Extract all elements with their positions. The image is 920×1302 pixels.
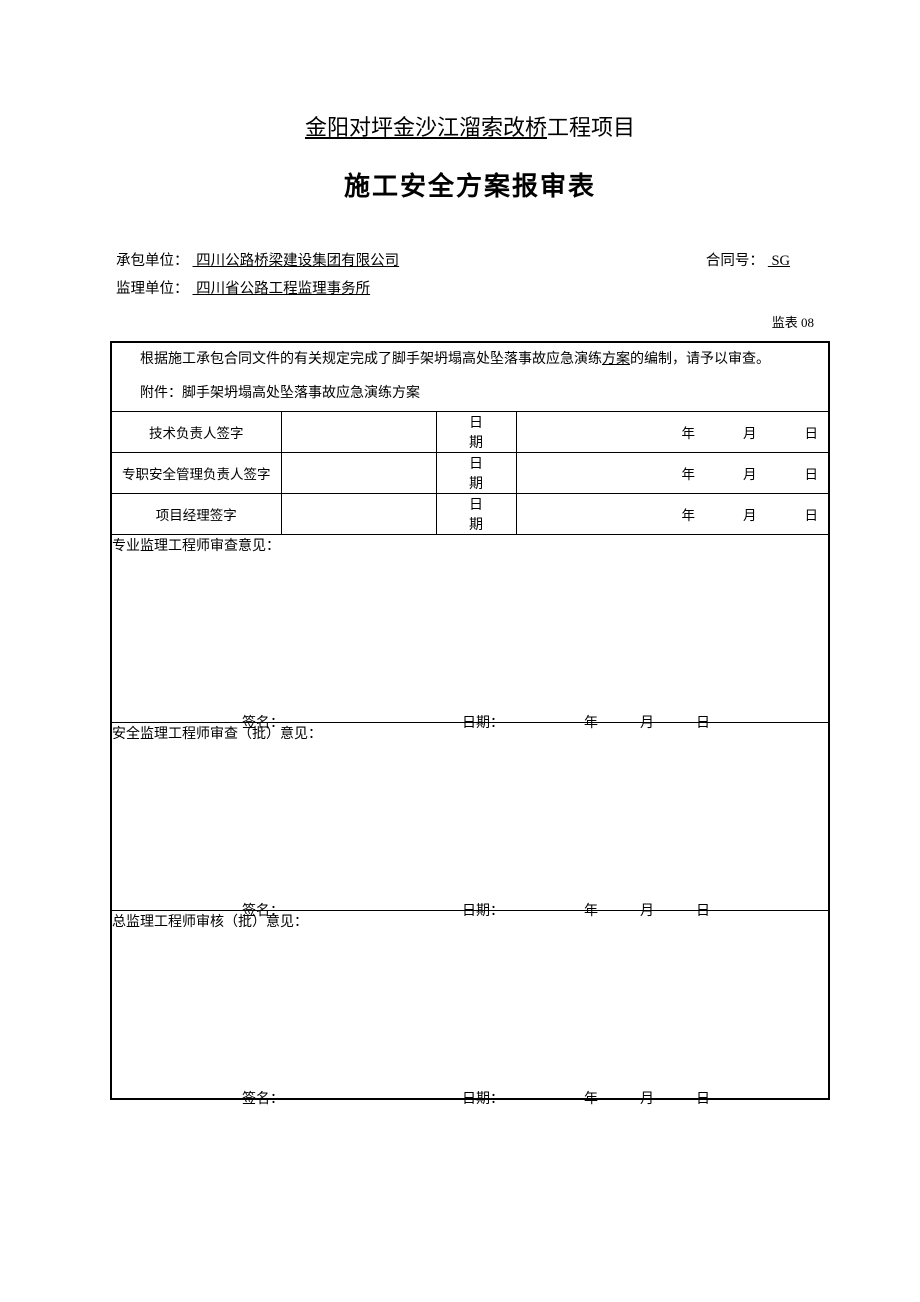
review-row-2: 安全监理工程师审查（批）意见： 签名： 日期： 年月日 bbox=[111, 723, 829, 911]
supervisor-value: 四川省公路工程监理事务所 bbox=[189, 281, 375, 297]
project-title-underlined: 金阳对坪金沙江溜索改桥 bbox=[305, 115, 547, 140]
attachment-label: 附件： bbox=[140, 386, 182, 401]
supervisor-field: 监理单位： 四川省公路工程监理事务所 bbox=[116, 275, 374, 303]
intro-underlined: 方案 bbox=[602, 352, 630, 367]
sign-date-label-safety: 日 期 bbox=[436, 453, 516, 494]
day-unit: 日 bbox=[805, 422, 819, 442]
intro-row: 根据施工承包合同文件的有关规定完成了脚手架坍塌高处坠落事故应急演练方案的编制，请… bbox=[111, 342, 829, 412]
meta-row-1: 承包单位： 四川公路桥梁建设集团有限公司 合同号： SG bbox=[116, 247, 824, 275]
contractor-label: 承包单位： bbox=[116, 253, 189, 269]
review-header-3: 总监理工程师审核（批）意见： bbox=[112, 911, 828, 931]
supervisor-label: 监理单位： bbox=[116, 281, 189, 297]
sign-space-safety[interactable] bbox=[281, 453, 436, 494]
month-unit: 月 bbox=[743, 422, 757, 442]
contract-no-field: 合同号： SG bbox=[706, 247, 824, 275]
month-unit: 月 bbox=[743, 463, 757, 483]
review-cell-safety-engineer: 安全监理工程师审查（批）意见： 签名： 日期： 年月日 bbox=[111, 723, 829, 911]
review-date-value-3[interactable]: 年月日 bbox=[542, 1088, 710, 1108]
intro-cell: 根据施工承包合同文件的有关规定完成了脚手架坍塌高处坠落事故应急演练方案的编制，请… bbox=[111, 342, 829, 412]
year-unit: 年 bbox=[682, 504, 696, 524]
project-title-suffix: 工程项目 bbox=[547, 115, 635, 140]
form-code: 监表 08 bbox=[116, 309, 824, 337]
year-unit: 年 bbox=[584, 1092, 598, 1107]
form-title: 施工安全方案报审表 bbox=[110, 166, 830, 203]
review-row-3: 总监理工程师审核（批）意见： 签名： 日期： 年月日 bbox=[111, 911, 829, 1099]
meta-block: 承包单位： 四川公路桥梁建设集团有限公司 合同号： SG 监理单位： 四川省公路… bbox=[110, 247, 830, 337]
attachment-line: 附件：脚手架坍塌高处坠落事故应急演练方案 bbox=[112, 377, 828, 411]
intro-prefix: 根据施工承包合同文件的有关规定完成了脚手架坍塌高处坠落事故应急演练 bbox=[140, 352, 602, 367]
day-unit: 日 bbox=[696, 1092, 710, 1107]
sign-label-pm: 项目经理签字 bbox=[111, 494, 281, 535]
sign-row-pm: 项目经理签字 日 期 年 月 日 bbox=[111, 494, 829, 535]
sign-row-tech: 技术负责人签字 日 期 年 月 日 bbox=[111, 412, 829, 453]
year-unit: 年 bbox=[682, 422, 696, 442]
review-header-2: 安全监理工程师审查（批）意见： bbox=[112, 723, 828, 743]
contract-no-label: 合同号： bbox=[706, 253, 764, 269]
sign-date-label-tech: 日 期 bbox=[436, 412, 516, 453]
contractor-field: 承包单位： 四川公路桥梁建设集团有限公司 bbox=[116, 247, 403, 275]
intro-text: 根据施工承包合同文件的有关规定完成了脚手架坍塌高处坠落事故应急演练方案的编制，请… bbox=[112, 343, 828, 377]
day-unit: 日 bbox=[805, 504, 819, 524]
sign-space-pm[interactable] bbox=[281, 494, 436, 535]
sign-date-label-pm: 日 期 bbox=[436, 494, 516, 535]
sign-label-safety: 专职安全管理负责人签字 bbox=[111, 453, 281, 494]
day-unit: 日 bbox=[805, 463, 819, 483]
form-table: 根据施工承包合同文件的有关规定完成了脚手架坍塌高处坠落事故应急演练方案的编制，请… bbox=[110, 341, 830, 1100]
review-row-1: 专业监理工程师审查意见： 签名： 日期： 年月日 bbox=[111, 535, 829, 723]
review-cell-professional: 专业监理工程师审查意见： 签名： 日期： 年月日 bbox=[111, 535, 829, 723]
contract-no-value: SG bbox=[764, 253, 794, 269]
sign-row-safety: 专职安全管理负责人签字 日 期 年 月 日 bbox=[111, 453, 829, 494]
sign-label-tech: 技术负责人签字 bbox=[111, 412, 281, 453]
meta-row-2: 监理单位： 四川省公路工程监理事务所 bbox=[116, 275, 824, 303]
month-unit: 月 bbox=[743, 504, 757, 524]
intro-suffix: 的编制，请予以审查。 bbox=[630, 352, 770, 367]
review-sign-label-3: 签名： bbox=[242, 1088, 284, 1108]
attachment-value: 脚手架坍塌高处坠落事故应急演练方案 bbox=[182, 386, 420, 401]
project-title: 金阳对坪金沙江溜索改桥工程项目 bbox=[110, 110, 830, 142]
sign-date-value-safety[interactable]: 年月日 bbox=[516, 453, 829, 494]
sign-date-value-tech[interactable]: 年月日 bbox=[516, 412, 829, 453]
review-cell-chief-engineer: 总监理工程师审核（批）意见： 签名： 日期： 年月日 bbox=[111, 911, 829, 1099]
review-date-label-3: 日期： bbox=[462, 1088, 504, 1108]
review-header-1: 专业监理工程师审查意见： bbox=[112, 535, 828, 555]
sign-space-tech[interactable] bbox=[281, 412, 436, 453]
document-page: 金阳对坪金沙江溜索改桥工程项目 施工安全方案报审表 承包单位： 四川公路桥梁建设… bbox=[0, 0, 920, 1200]
year-unit: 年 bbox=[682, 463, 696, 483]
contractor-value: 四川公路桥梁建设集团有限公司 bbox=[189, 253, 404, 269]
sign-date-value-pm[interactable]: 年月日 bbox=[516, 494, 829, 535]
month-unit: 月 bbox=[640, 1092, 654, 1107]
